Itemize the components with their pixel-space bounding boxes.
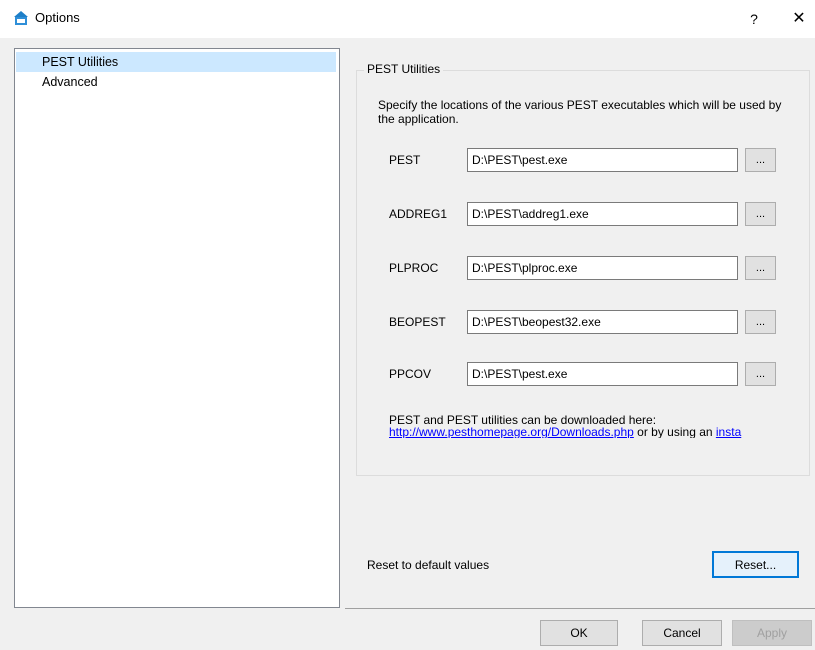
download-middle-text: or by using an [633,425,716,438]
ppcov-label: PPCOV [389,367,432,381]
close-button[interactable]: ✕ [785,7,813,31]
pest-label: PEST [389,153,421,167]
reset-button[interactable]: Reset... [712,551,799,578]
cancel-button[interactable]: Cancel [642,620,722,646]
installer-link[interactable]: insta [716,425,741,438]
reset-label: Reset to default values [367,558,490,572]
window-title: Options [35,10,80,25]
plproc-path-input[interactable] [467,256,738,280]
ppcov-path-input[interactable] [467,362,738,386]
help-button[interactable]: ? [742,7,766,31]
title-bar [0,0,815,38]
plproc-browse-button[interactable]: ... [745,256,776,280]
pest-browse-button[interactable]: ... [745,148,776,172]
group-title: PEST Utilities [364,62,444,76]
tree-item-pest-utilities[interactable]: PEST Utilities [16,52,336,72]
download-info: PEST and PEST utilities can be downloade… [389,414,779,438]
addreg1-path-input[interactable] [467,202,738,226]
app-icon [14,11,28,25]
addreg1-label: ADDREG1 [389,207,448,221]
beopest-label: BEOPEST [389,315,446,329]
tree-item-advanced[interactable]: Advanced [16,72,336,92]
plproc-label: PLPROC [389,261,439,275]
description-text: Specify the locations of the various PES… [378,98,782,126]
separator [345,608,815,609]
ppcov-browse-button[interactable]: ... [745,362,776,386]
beopest-browse-button[interactable]: ... [745,310,776,334]
options-tree[interactable]: PEST Utilities Advanced [14,48,340,608]
beopest-path-input[interactable] [467,310,738,334]
pest-path-input[interactable] [467,148,738,172]
downloads-link[interactable]: http://www.pesthomepage.org/Downloads.ph… [389,425,634,438]
addreg1-browse-button[interactable]: ... [745,202,776,226]
ok-button[interactable]: OK [540,620,618,646]
apply-button[interactable]: Apply [732,620,812,646]
